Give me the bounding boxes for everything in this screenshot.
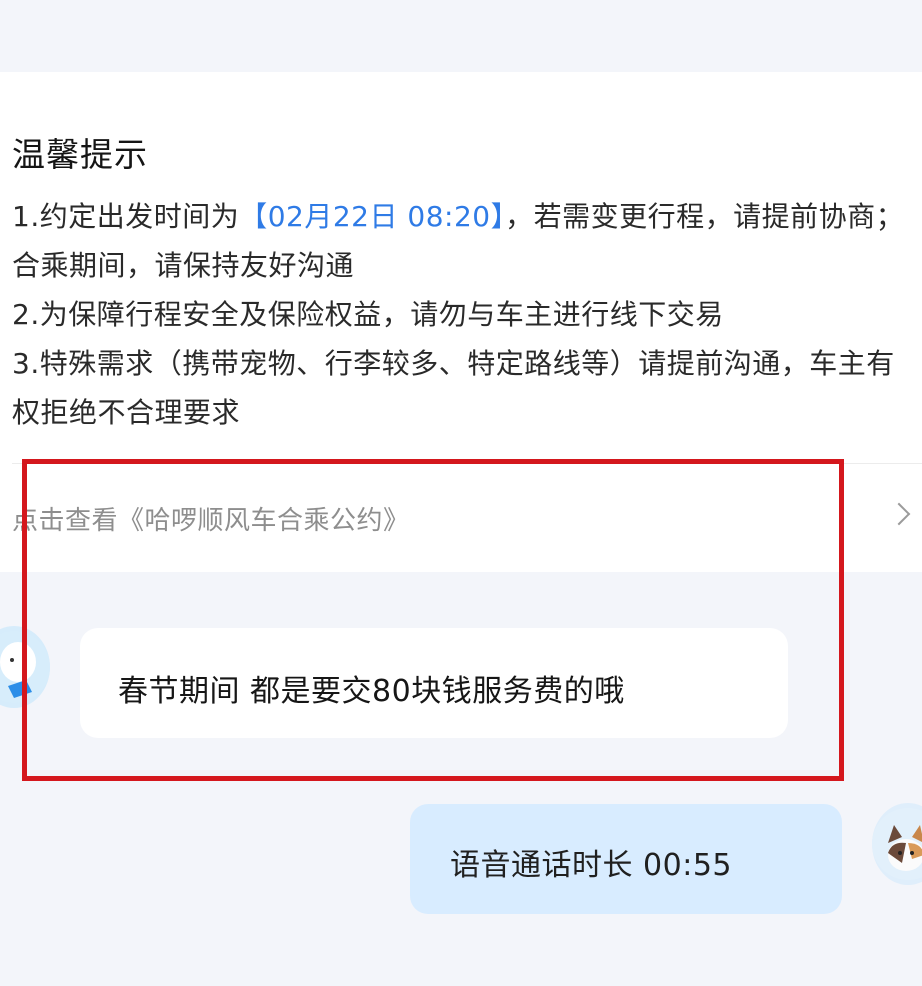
user-avatar[interactable] [872,803,922,885]
departure-time: 【02月22日 08:20】 [239,200,506,233]
cat-avatar-icon [872,808,922,880]
cartoon-avatar-icon [0,631,50,703]
driver-avatar[interactable] [0,626,50,708]
carpool-pact-link[interactable]: 点击查看《哈啰顺风车合乘公约》 [12,500,410,537]
header-strip [0,0,922,72]
divider [12,463,922,464]
notice-title: 温馨提示 [12,135,148,174]
notice-line-1-prefix: 1.约定出发时间为 [12,200,240,233]
notice-line-1: 1.约定出发时间为【02月22日 08:20】，若需变更行程，请提前协商；合乘期… [12,192,912,290]
notice-body: 1.约定出发时间为【02月22日 08:20】，若需变更行程，请提前协商；合乘期… [12,192,912,437]
notice-line-3: 3.特殊需求（携带宠物、行李较多、特定路线等）请提前沟通，车主有权拒绝不合理要求 [12,347,895,429]
incoming-message-text: 春节期间 都是要交80块钱服务费的哦 [118,674,625,709]
notice-line-2: 2.为保障行程安全及保险权益，请勿与车主进行线下交易 [12,298,724,331]
voice-call-duration: 语音通话时长 00:55 [450,848,732,883]
